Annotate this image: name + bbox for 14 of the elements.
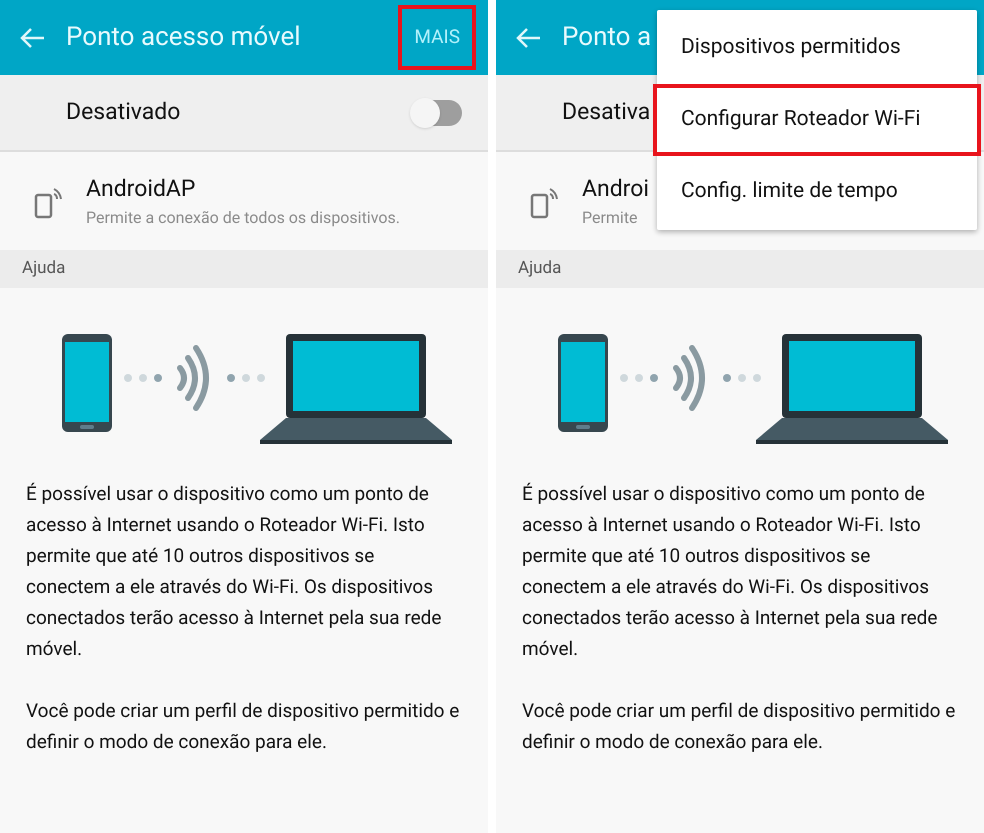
section-header: Ajuda <box>22 257 66 280</box>
screen-title: Ponto acesso móvel <box>66 21 301 54</box>
network-name: AndroidAP <box>86 174 196 204</box>
network-description: Permite a conexão de todos os dispositivos. <box>86 207 400 230</box>
section-header: Ajuda <box>518 257 562 280</box>
network-name: Androi <box>582 174 649 204</box>
help-paragraph: É possível usar o dispositivo como um ponto de acesso à Internet usando o Roteador Wi-Fi. Isto permite que até 10 outros dispositivos se conectem a ele através do Wi-Fi. Os dispositivos conectados terão acesso à Internet pela sua rede móvel. <box>522 481 938 662</box>
help-paragraph: Você pode criar um perfil de dispositivo permitido e definir o modo de conexão para ele. <box>522 698 956 755</box>
help-paragraph: Você pode criar um perfil de dispositivo permitido e definir o modo de conexão para ele. <box>26 698 460 755</box>
switch-label: Desativa <box>562 97 650 128</box>
switch-label: Desativado <box>66 97 180 128</box>
help-paragraph: É possível usar o dispositivo como um ponto de acesso à Internet usando o Roteador Wi-Fi. Isto permite que até 10 outros dispositivos se conectem a ele através do Wi-Fi. Os dispositivos conectados terão acesso à Internet pela sua rede móvel. <box>26 481 442 662</box>
network-description: Permite <box>582 207 639 230</box>
screen-title: Ponto a <box>562 21 652 54</box>
